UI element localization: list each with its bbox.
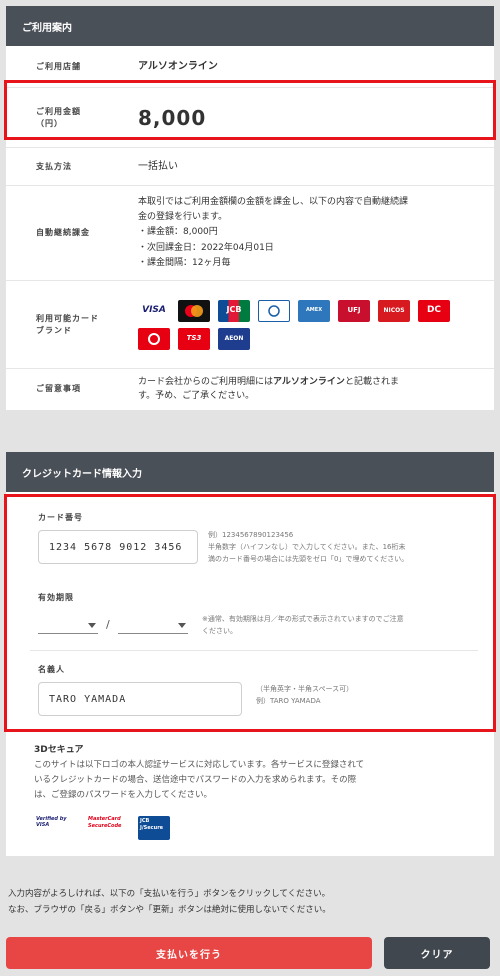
ts3-logo: TS3 bbox=[178, 327, 210, 350]
notes-text-1: カード会社からのご利用明細には bbox=[138, 376, 274, 387]
mastercard-securecode-logo: MasterCard SecureCode bbox=[88, 816, 122, 829]
auto-text-2: 金の登録を行います。 bbox=[138, 212, 228, 223]
card-input-highlight bbox=[4, 494, 496, 732]
saison-icon bbox=[148, 332, 160, 345]
store-label: ご利用店舗 bbox=[36, 61, 81, 71]
auto-item-3: ・課金間隔：12ヶ月毎 bbox=[138, 257, 231, 268]
secure-logos: Verified by VISA MasterCard SecureCode J… bbox=[36, 816, 170, 840]
jcb-jsecure-logo: JCB J/Secure bbox=[138, 816, 170, 840]
card-header: クレジットカード情報入力 bbox=[6, 452, 494, 492]
diners-icon bbox=[268, 304, 280, 317]
notes-row: ご留意事項 カード会社からのご利用明細にはアルソオンラインと記載されま す。予め… bbox=[6, 369, 494, 409]
mastercard-icon bbox=[185, 304, 203, 317]
secure-text-3: は、ご登録のパスワードを入力してください。 bbox=[34, 789, 212, 800]
notes-text: カード会社からのご利用明細にはアルソオンラインと記載されま す。予め、ご了承くだ… bbox=[138, 375, 494, 404]
payment-row: 支払方法 一括払い bbox=[6, 148, 494, 186]
store-value: アルソオンライン bbox=[138, 60, 218, 72]
auto-billing-label: 自動継続課金 bbox=[36, 228, 90, 237]
verified-by-visa-logo: Verified by VISA bbox=[36, 816, 67, 828]
notes-text-3: す。予め、ご了承ください。 bbox=[138, 391, 255, 401]
aeon-logo: AEON bbox=[218, 327, 250, 350]
usage-panel: ご利用案内 ご利用店舗 アルソオンライン ご利用金額 （円） 8,000 支払方… bbox=[6, 6, 494, 410]
secure-text-1: このサイトは以下ロゴの本人認証サービスに対応しています。各サービスに登録されて bbox=[34, 760, 365, 770]
payment-label: 支払方法 bbox=[36, 161, 72, 171]
card-brand-logos: VISA JCB AMEX UFJ NICOS DC TS3 AEON bbox=[138, 299, 468, 350]
ufj-logo: UFJ bbox=[338, 299, 370, 322]
secure-text: このサイトは以下ロゴの本人認証サービスに対応しています。各サービスに登録されて … bbox=[34, 758, 484, 803]
footer-notice-1: 入力内容がよろしければ、以下の「支払いを行う」ボタンをクリックしてください。 bbox=[8, 889, 331, 899]
secure-text-2: いるクレジットカードの場合、送信途中でパスワードの入力を求められます。その際 bbox=[34, 774, 357, 785]
notes-text-2: と記載されま bbox=[344, 376, 399, 387]
mastercard-logo bbox=[178, 299, 210, 322]
brands-label: 利用可能カード ブランド bbox=[36, 313, 99, 335]
amex-logo: AMEX bbox=[298, 299, 330, 322]
footer-notice-2: なお、ブラウザの「戻る」ボタンや「更新」ボタンは絶対に使用しないでください。 bbox=[8, 905, 331, 916]
clear-button[interactable]: クリア bbox=[384, 937, 490, 969]
payment-value: 一括払い bbox=[138, 160, 178, 172]
amount-highlight bbox=[4, 80, 496, 140]
dc-logo: DC bbox=[418, 299, 450, 322]
auto-billing-text: 本取引ではご利用金額欄の金額を課金し、以下の内容で自動継続課 金の登録を行います… bbox=[138, 195, 494, 271]
footer-notice: 入力内容がよろしければ、以下の「支払いを行う」ボタンをクリックしてください。 な… bbox=[8, 886, 496, 918]
brands-row: 利用可能カード ブランド VISA JCB AMEX UFJ NICOS DC … bbox=[6, 281, 494, 369]
notes-store-name: アルソオンライン bbox=[273, 376, 345, 387]
diners-logo bbox=[258, 299, 290, 322]
pay-button[interactable]: 支払いを行う bbox=[6, 937, 372, 969]
nicos-logo: NICOS bbox=[378, 299, 410, 322]
usage-header: ご利用案内 bbox=[6, 6, 494, 46]
notes-label: ご留意事項 bbox=[36, 384, 81, 393]
auto-text-1: 本取引ではご利用金額欄の金額を課金し、以下の内容で自動継続課 bbox=[138, 196, 409, 207]
auto-billing-row: 自動継続課金 本取引ではご利用金額欄の金額を課金し、以下の内容で自動継続課 金の… bbox=[6, 186, 494, 281]
saison-logo bbox=[138, 327, 170, 350]
auto-item-2: ・次回課金日：2022年04月01日 bbox=[138, 242, 274, 253]
visa-logo: VISA bbox=[138, 299, 170, 322]
secure-label: 3Dセキュア bbox=[34, 745, 84, 755]
auto-item-1: ・課金額：8,000円 bbox=[138, 227, 218, 238]
jcb-logo: JCB bbox=[218, 299, 250, 322]
